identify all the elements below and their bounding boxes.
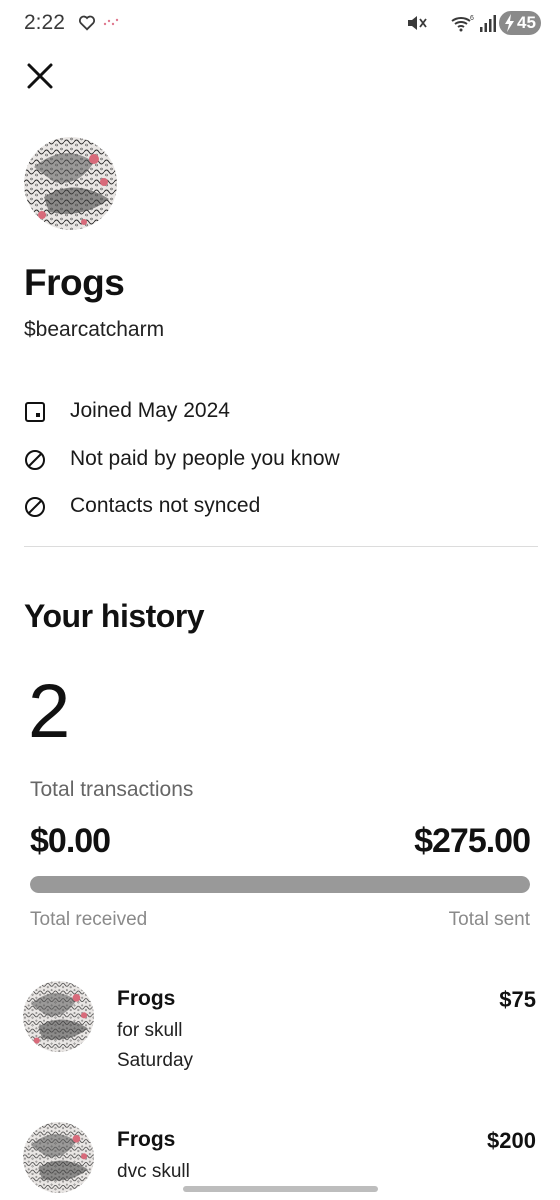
total-received-label: Total received <box>30 909 148 930</box>
total-received-amount: $0.00 <box>30 822 111 860</box>
mute-icon <box>408 16 427 30</box>
section-divider <box>24 546 538 547</box>
transaction-note: dvc skull <box>117 1161 190 1182</box>
heart-icon <box>78 15 96 31</box>
transaction-amount: $200 <box>487 1128 536 1153</box>
transaction-amount: $75 <box>499 987 536 1012</box>
progress-fill <box>30 876 530 893</box>
transaction-name: Frogs <box>117 1128 176 1151</box>
notification-dots-icon <box>103 18 119 26</box>
paid-by-known-text: Not paid by people you know <box>70 447 340 470</box>
blocked-icon <box>25 450 45 470</box>
close-icon[interactable] <box>22 58 58 94</box>
transaction-date: Saturday <box>117 1050 194 1071</box>
status-bar: 2:22 6 45 <box>0 0 560 48</box>
transaction-count-label: Total transactions <box>30 778 194 801</box>
svg-text:6: 6 <box>470 15 474 22</box>
profile-name: Frogs <box>24 262 125 303</box>
transaction-item[interactable]: Frogs for skull Saturday $75 <box>0 981 560 1091</box>
sent-received-progress-bar <box>30 876 530 893</box>
charging-bolt-icon <box>505 14 514 32</box>
avatar <box>23 1122 94 1193</box>
avatar-image <box>24 137 117 230</box>
signal-icon <box>480 15 496 32</box>
total-sent-label: Total sent <box>448 909 530 930</box>
joined-text: Joined May 2024 <box>70 399 230 422</box>
profile-avatar[interactable] <box>24 137 117 230</box>
total-sent-amount: $275.00 <box>414 822 531 860</box>
status-time: 2:22 <box>24 11 65 34</box>
transaction-note: for skull <box>117 1020 183 1041</box>
transaction-count: 2 <box>28 669 71 754</box>
battery-icon: 45 <box>499 11 541 35</box>
avatar-image <box>23 981 94 1052</box>
profile-screen: 2:22 6 45 Frogs $bearcatcharm Joined May… <box>0 0 560 1200</box>
home-indicator[interactable] <box>183 1186 378 1192</box>
contacts-synced-text: Contacts not synced <box>70 494 261 517</box>
blocked-icon <box>25 497 45 517</box>
history-title: Your history <box>24 598 205 634</box>
profile-handle: $bearcatcharm <box>24 318 165 341</box>
avatar <box>23 981 94 1052</box>
wifi-icon: 6 <box>451 15 474 32</box>
battery-level: 45 <box>517 13 536 32</box>
calendar-icon <box>25 402 45 422</box>
avatar-image <box>23 1122 94 1193</box>
transaction-name: Frogs <box>117 987 176 1010</box>
